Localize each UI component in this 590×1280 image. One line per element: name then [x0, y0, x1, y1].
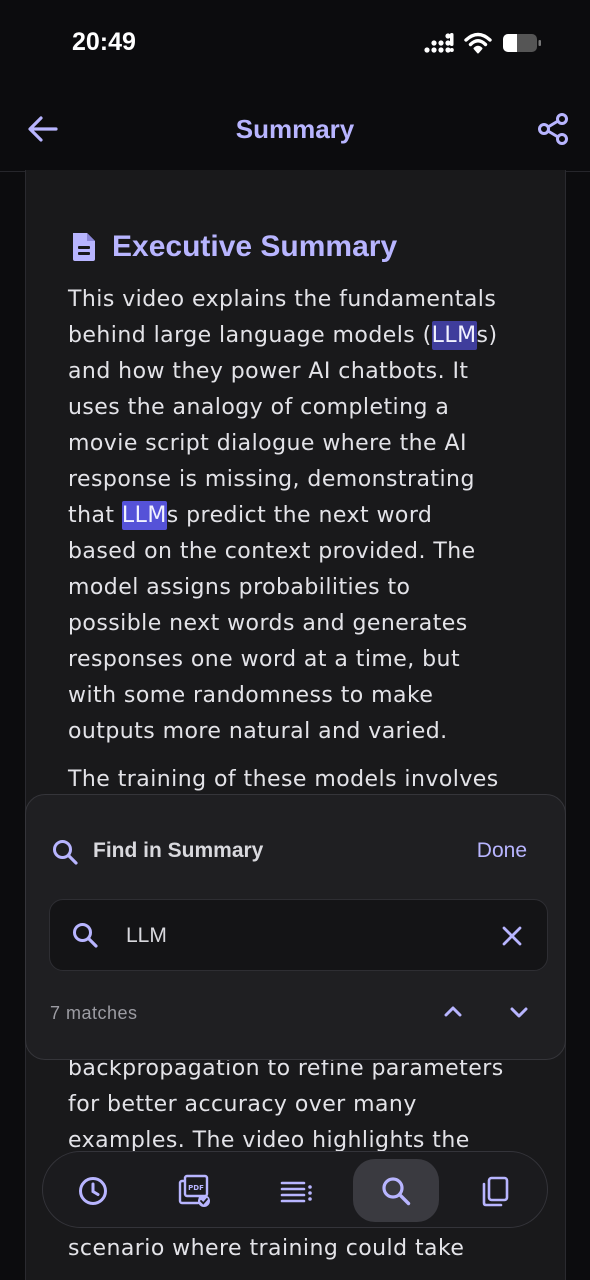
summary-paragraph-2: The training of these models involves: [68, 762, 538, 798]
summary-paragraph-1: This video explains the fundamentals behi…: [68, 282, 538, 750]
history-button[interactable]: [65, 1152, 121, 1229]
nav-bar: Summary: [0, 90, 590, 172]
bottom-toolbar: PDF: [42, 1151, 548, 1228]
copy-icon: [482, 1176, 509, 1206]
paragraph-line: response is missing, demonstrating: [68, 467, 475, 492]
chevron-up-icon[interactable]: [440, 999, 466, 1025]
paragraph-line: outputs more natural and varied.: [68, 719, 448, 744]
history-icon: [79, 1176, 107, 1205]
share-icon[interactable]: [536, 112, 570, 146]
paragraph-line: for better accuracy over many: [68, 1092, 417, 1117]
paragraph-line: The training of these models involves: [68, 767, 499, 792]
search-match-highlight: LLM: [431, 321, 477, 350]
status-time: 20:49: [72, 28, 136, 56]
paragraph-line: possible next words and generates: [68, 611, 468, 636]
summary-paragraph-2-continued: backpropagation to refine parameters for …: [68, 1051, 538, 1159]
done-button[interactable]: Done: [477, 839, 527, 863]
list-icon: [280, 1181, 312, 1202]
find-input-container: [49, 899, 548, 971]
search-match-highlight: LLM: [121, 501, 167, 530]
paragraph-line: This video explains the fundamentals: [68, 287, 497, 312]
paragraph-line: model assigns probabilities to: [68, 575, 411, 600]
summary-paragraph-2-bottom: scenario where training could take: [68, 1231, 538, 1267]
search-icon: [382, 1176, 411, 1205]
search-icon: [73, 923, 98, 948]
paragraph-line: behind large language models (LLMs): [68, 321, 498, 350]
paragraph-line: that LLMs predict the next word: [68, 501, 433, 530]
search-icon: [53, 840, 78, 865]
paragraph-line: scenario where training could take: [68, 1236, 465, 1261]
section-heading: Executive Summary: [70, 230, 397, 264]
chevron-down-icon[interactable]: [506, 999, 532, 1025]
paragraph-line: based on the context provided. The: [68, 539, 476, 564]
search-button[interactable]: [353, 1159, 439, 1222]
outline-button[interactable]: [269, 1152, 325, 1229]
pdf-export-icon: PDF: [178, 1174, 210, 1207]
page-title: Summary: [235, 114, 355, 144]
wifi-icon: [464, 32, 492, 54]
match-count: 7 matches: [50, 1003, 138, 1023]
find-panel: Find in Summary Done 7 matches: [25, 794, 566, 1060]
find-title: Find in Summary: [93, 839, 264, 862]
battery-icon: [503, 34, 541, 52]
status-icons: [424, 32, 542, 54]
paragraph-line: with some randomness to make: [68, 683, 434, 708]
section-title: Executive Summary: [112, 230, 398, 263]
paragraph-line: uses the analogy of completing a: [68, 395, 450, 420]
paragraph-line: and how they power AI chatbots. It: [68, 359, 469, 384]
svg-text:PDF: PDF: [188, 1184, 204, 1192]
document-icon: [73, 233, 95, 261]
clear-icon[interactable]: [499, 923, 525, 949]
copy-button[interactable]: [467, 1152, 523, 1229]
find-input[interactable]: [126, 920, 466, 952]
cellular-signal-icon: [424, 33, 454, 53]
export-pdf-button[interactable]: PDF: [167, 1152, 223, 1229]
status-bar: 20:49: [0, 0, 590, 90]
paragraph-line: movie script dialogue where the AI: [68, 431, 467, 456]
paragraph-line: responses one word at a time, but: [68, 647, 461, 672]
